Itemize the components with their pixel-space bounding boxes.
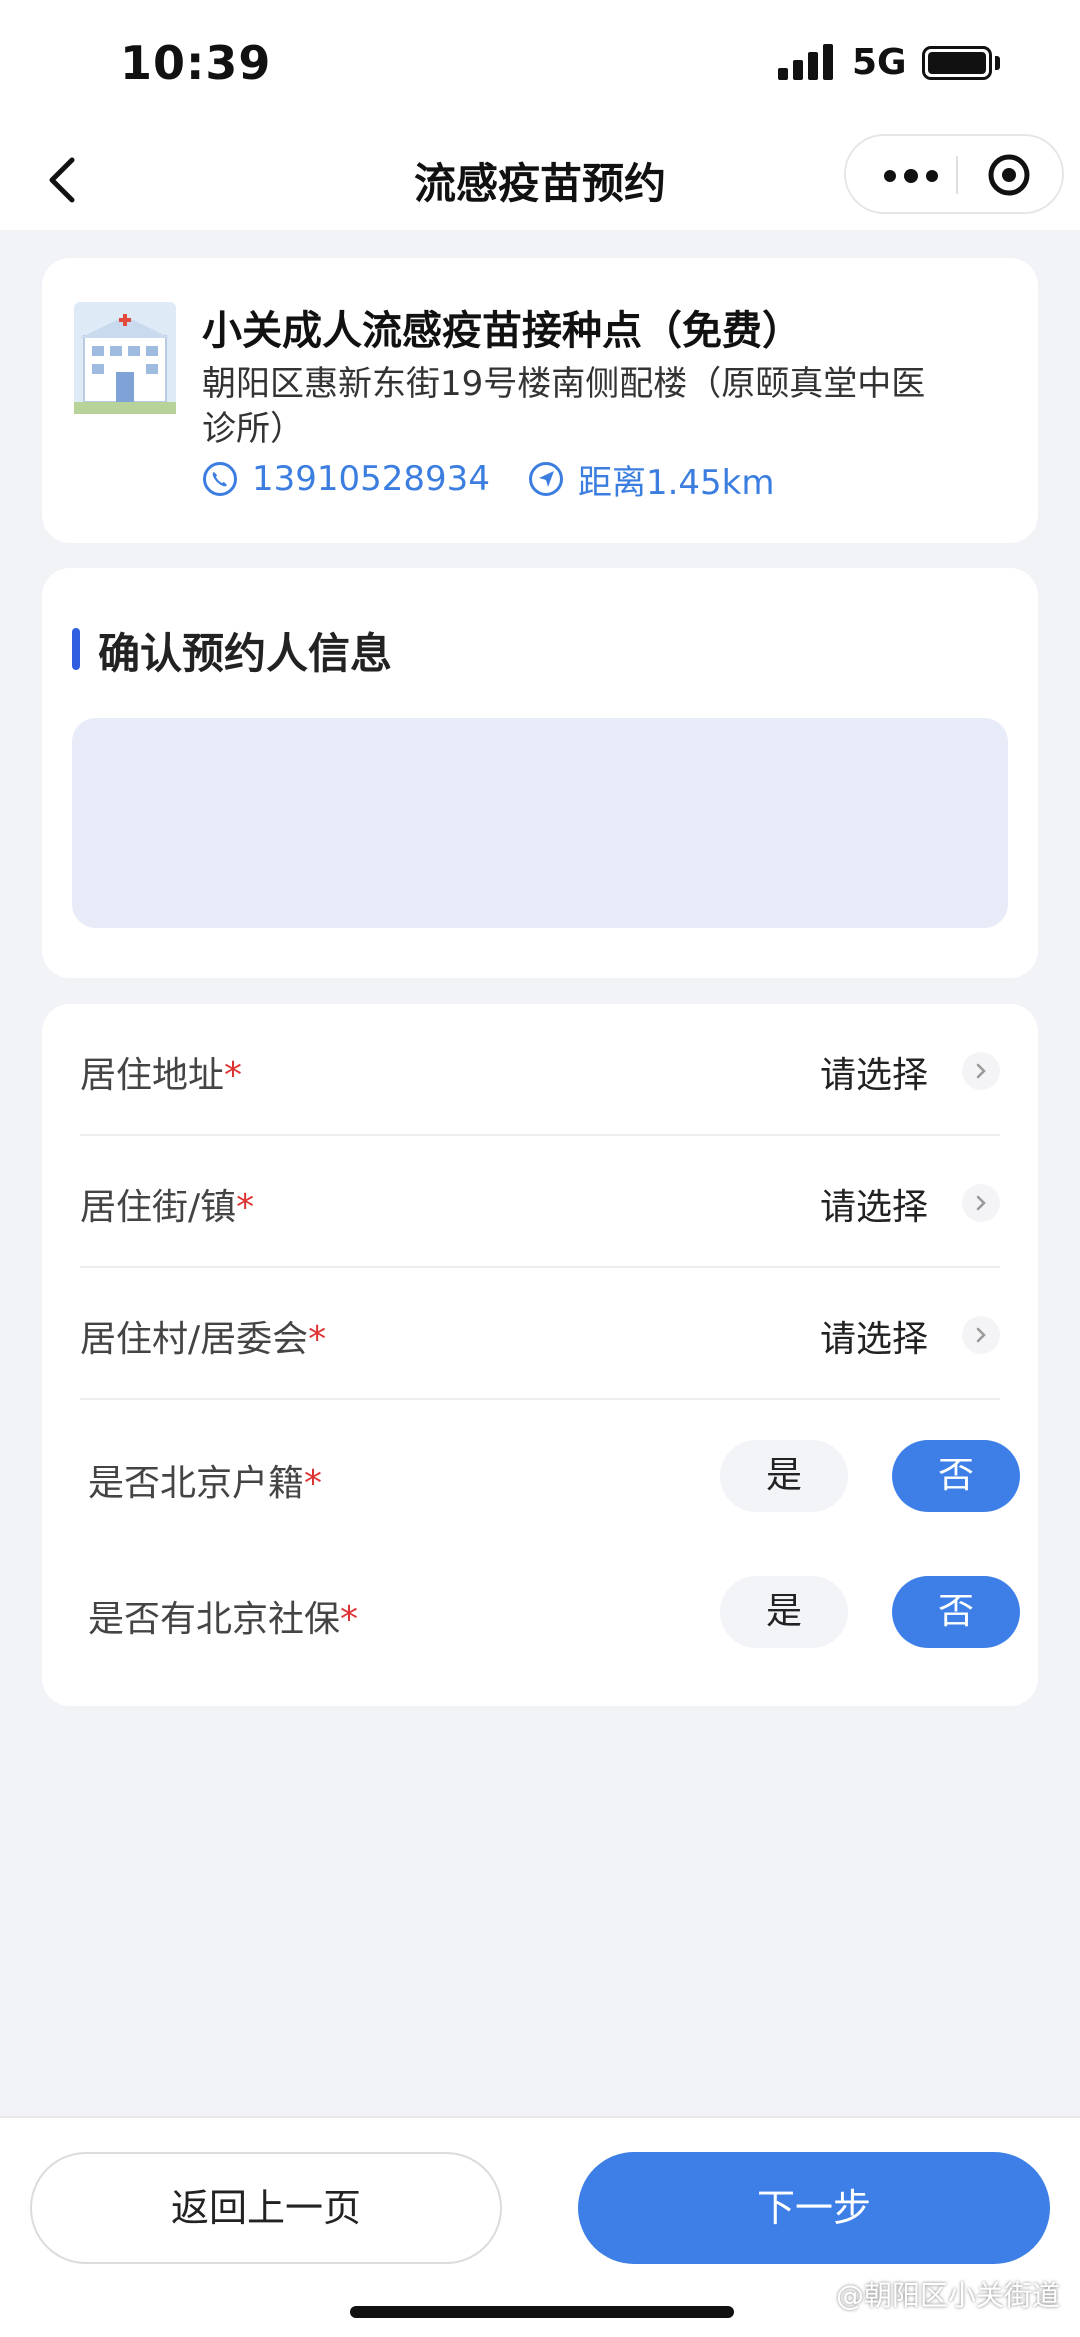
hukou-label: 是否北京户籍* [88, 1463, 323, 1504]
more-dots-icon[interactable] [874, 136, 954, 212]
form-row-street[interactable]: 居住街/镇* 请选择 [80, 1136, 1000, 1268]
status-time: 10:39 [120, 36, 272, 90]
network-type: 5G [852, 42, 907, 83]
clinic-distance[interactable]: 距离1.45km [578, 455, 775, 504]
clinic-contact: 13910528934 距离1.45km [202, 455, 775, 504]
social-security-no-button[interactable]: 否 [892, 1576, 1020, 1648]
form-label: 居住村/居委会* [80, 1319, 327, 1360]
capsule-divider [956, 156, 958, 194]
next-step-button[interactable]: 下一步 [578, 2152, 1050, 2264]
phone-icon[interactable] [202, 461, 238, 497]
residence-form-card: 居住地址* 请选择 居住街/镇* 请选择 居住村/居委会* 请选择 是否北京户籍… [42, 1004, 1038, 1706]
clinic-address: 朝阳区惠新东街19号楼南侧配楼（原颐真堂中医诊所） [202, 364, 926, 449]
battery-tip [995, 56, 1000, 70]
hospital-icon [74, 302, 176, 414]
signal-icon [778, 44, 836, 80]
form-label: 居住街/镇* [80, 1187, 255, 1228]
mini-program-capsule [844, 134, 1064, 214]
hukou-yes-button[interactable]: 是 [720, 1440, 848, 1512]
person-info-panel[interactable] [72, 718, 1008, 928]
nav-bar: 流感疫苗预约 [0, 130, 1080, 230]
clinic-phone[interactable]: 13910528934 [252, 459, 490, 499]
battery-icon [922, 46, 992, 80]
select-placeholder[interactable]: 请选择 [820, 1310, 928, 1362]
form-row-community[interactable]: 居住村/居委会* 请选择 [80, 1268, 1000, 1400]
select-placeholder[interactable]: 请选择 [820, 1178, 928, 1230]
clinic-name: 小关成人流感疫苗接种点（免费） [202, 308, 802, 354]
form-label: 居住地址* [80, 1055, 243, 1096]
select-placeholder[interactable]: 请选择 [820, 1046, 928, 1098]
status-bar: 10:39 5G [0, 0, 1080, 130]
chevron-right-icon[interactable] [962, 1184, 1000, 1222]
social-security-label: 是否有北京社保* [88, 1599, 359, 1640]
form-row-address[interactable]: 居住地址* 请选择 [80, 1004, 1000, 1136]
chevron-right-icon[interactable] [962, 1052, 1000, 1090]
section-accent-bar [72, 628, 80, 670]
section-title: 确认预约人信息 [98, 629, 393, 678]
back-page-button[interactable]: 返回上一页 [30, 2152, 502, 2264]
location-arrow-icon[interactable] [528, 461, 564, 497]
confirm-info-card: 确认预约人信息 [42, 568, 1038, 978]
chevron-right-icon[interactable] [962, 1316, 1000, 1354]
home-indicator[interactable] [350, 2306, 734, 2318]
bottom-action-bar: 返回上一页 下一步 @朝阳区小关街道 [0, 2116, 1080, 2337]
hukou-no-button[interactable]: 否 [892, 1440, 1020, 1512]
clinic-card: 小关成人流感疫苗接种点（免费） 朝阳区惠新东街19号楼南侧配楼（原颐真堂中医诊所… [42, 258, 1038, 543]
target-icon[interactable] [984, 150, 1034, 200]
watermark: @朝阳区小关街道 [835, 2279, 1060, 2312]
social-security-yes-button[interactable]: 是 [720, 1576, 848, 1648]
